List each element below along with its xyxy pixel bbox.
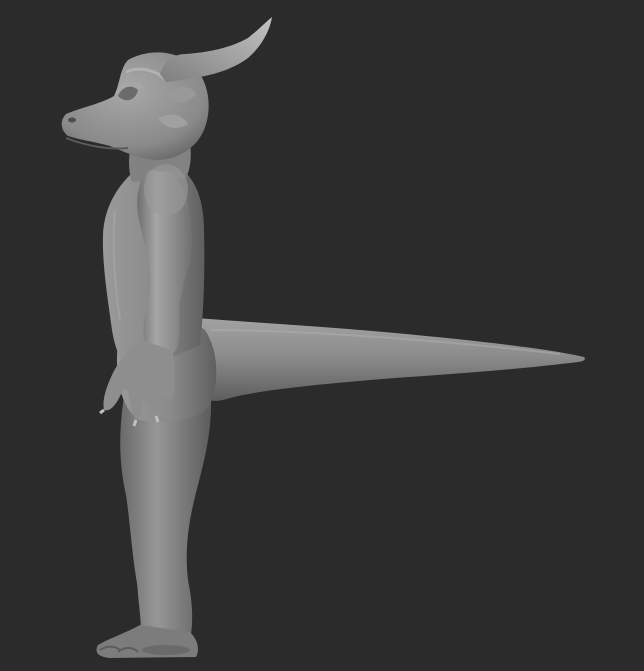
front-leg[interactable] [96, 385, 212, 658]
horn[interactable] [160, 17, 272, 82]
tail[interactable] [196, 318, 585, 401]
sculpt-viewport[interactable] [0, 0, 644, 671]
dragon-model[interactable] [0, 0, 644, 671]
